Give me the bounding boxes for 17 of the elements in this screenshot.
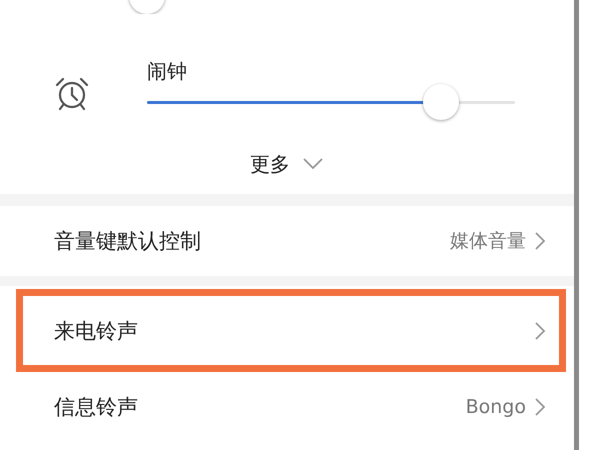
- more-button[interactable]: 更多: [242, 144, 332, 184]
- alarm-clock-icon: [54, 76, 90, 112]
- row-value: 媒体音量: [450, 229, 526, 254]
- chevron-down-icon: [302, 157, 324, 171]
- row-label: 来电铃声: [54, 318, 139, 344]
- chevron-right-icon: [534, 397, 546, 417]
- chevron-right-icon: [534, 231, 546, 251]
- slider-thumb[interactable]: [423, 84, 460, 120]
- alarm-label: 闹钟: [147, 58, 188, 85]
- settings-row[interactable]: 来电铃声: [16, 289, 566, 372]
- row-value: Bongo: [466, 396, 526, 418]
- settings-row[interactable]: 信息铃声 Bongo: [0, 372, 574, 442]
- chevron-right-icon: [534, 320, 546, 340]
- alarm-volume-slider[interactable]: [147, 84, 515, 120]
- row-label: 音量键默认控制: [54, 228, 202, 255]
- settings-row[interactable]: 音量键默认控制 媒体音量: [0, 206, 574, 276]
- row-label: 信息铃声: [54, 394, 139, 421]
